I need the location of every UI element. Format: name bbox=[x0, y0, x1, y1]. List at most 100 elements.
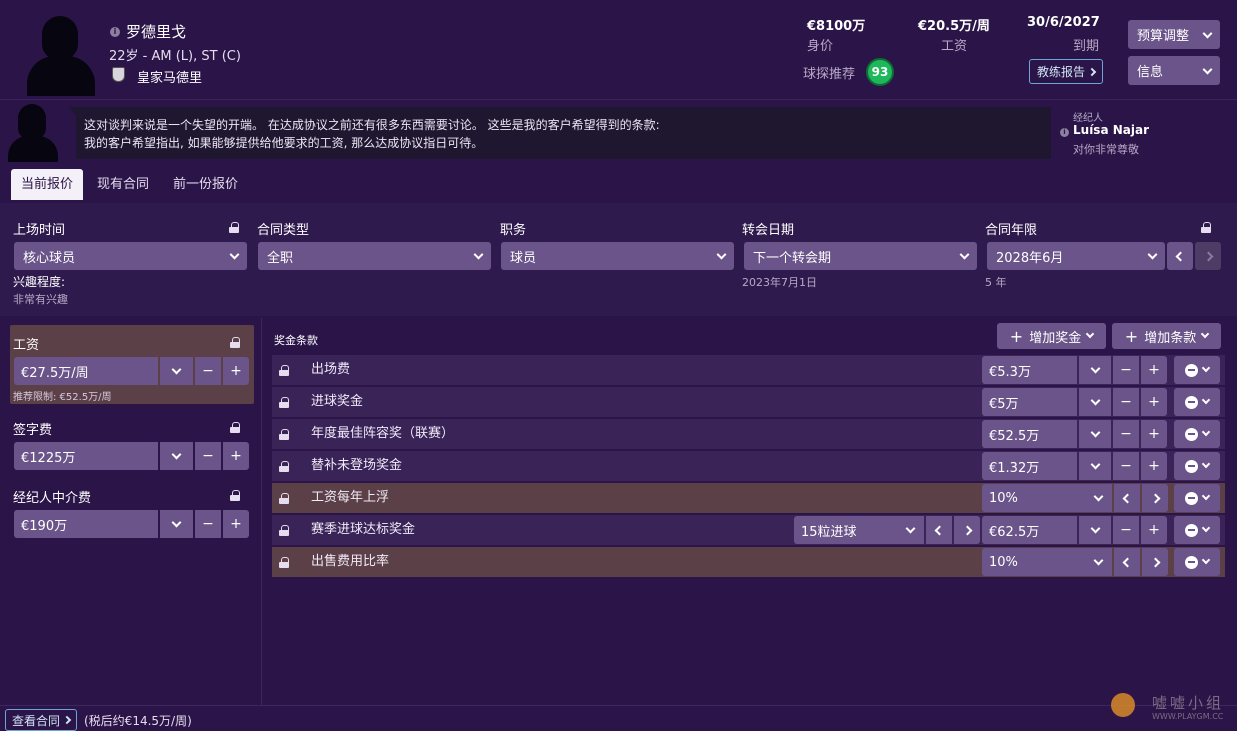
lock-icon[interactable] bbox=[230, 490, 240, 501]
lock-icon[interactable] bbox=[279, 493, 289, 504]
add-clause-button[interactable]: + 增加条款 bbox=[1112, 323, 1221, 349]
playing-time-dropdown[interactable]: 核心球员 bbox=[14, 242, 247, 270]
signing-fee-increase-button[interactable]: + bbox=[223, 442, 249, 470]
wage-field[interactable]: €27.5万/周 − + bbox=[14, 357, 249, 385]
bonus-row-dropdown-button[interactable] bbox=[1079, 452, 1111, 480]
contract-length-dropdown[interactable]: 2028年6月 bbox=[987, 242, 1165, 270]
agent-fee-dropdown-button[interactable] bbox=[160, 510, 193, 538]
bonus-row-decrease-button[interactable]: − bbox=[1113, 420, 1139, 448]
bonus-row-options-button[interactable] bbox=[1174, 420, 1220, 448]
bonus-title: 奖金条款 bbox=[274, 334, 318, 347]
budget-adjust-dropdown[interactable]: 预算调整 bbox=[1128, 20, 1220, 49]
lock-icon[interactable] bbox=[229, 222, 239, 233]
bonus-row-dropdown-button[interactable] bbox=[1079, 420, 1111, 448]
bonus-condition-next-button[interactable] bbox=[954, 516, 980, 544]
bonus-row-field[interactable]: €1.32万 − + bbox=[982, 452, 1167, 480]
coach-report-button[interactable]: 教练报告 bbox=[1029, 59, 1103, 84]
transfer-date-dropdown[interactable]: 下一个转会期 bbox=[744, 242, 977, 270]
lock-icon[interactable] bbox=[279, 397, 289, 408]
bonus-row-dropdown-button[interactable] bbox=[1079, 356, 1111, 384]
bonus-row-options-button[interactable] bbox=[1174, 388, 1220, 416]
bonus-row-decrease-button[interactable]: − bbox=[1113, 452, 1139, 480]
chevron-down-icon bbox=[959, 249, 970, 260]
bonus-condition-prev-button[interactable] bbox=[926, 516, 952, 544]
plus-icon: + bbox=[1124, 326, 1139, 346]
agent-fee-increase-button[interactable]: + bbox=[223, 510, 249, 538]
agent-fee-field[interactable]: €190万 − + bbox=[14, 510, 249, 538]
bonus-row-increase-button[interactable]: + bbox=[1141, 356, 1167, 384]
role-dropdown[interactable]: 球员 bbox=[501, 242, 734, 270]
bonus-row-decrease-button[interactable]: − bbox=[1113, 516, 1139, 544]
bonus-row-prev-button[interactable] bbox=[1114, 484, 1140, 512]
bonus-row-dropdown-button[interactable] bbox=[1079, 388, 1111, 416]
bonus-row-options-button[interactable] bbox=[1174, 356, 1220, 384]
tab-existing-contract[interactable]: 现有合同 bbox=[87, 169, 159, 200]
wage-dropdown-button[interactable] bbox=[160, 357, 193, 385]
agent-fee-value[interactable]: €190万 bbox=[14, 510, 158, 538]
bonus-row-increase-button[interactable]: + bbox=[1141, 420, 1167, 448]
chevron-down-icon bbox=[1202, 64, 1213, 75]
bonus-row-field[interactable]: €5.3万 − + bbox=[982, 356, 1167, 384]
chevron-down-icon bbox=[1201, 555, 1211, 565]
lock-icon[interactable] bbox=[230, 422, 240, 433]
player-name[interactable]: 罗德里戈 bbox=[126, 21, 186, 42]
bonus-row-field[interactable]: €5万 − + bbox=[982, 388, 1167, 416]
signing-fee-field[interactable]: €1225万 − + bbox=[14, 442, 249, 470]
add-bonus-button[interactable]: + 增加奖金 bbox=[997, 323, 1106, 349]
bonus-row-value[interactable]: €52.5万 bbox=[982, 420, 1077, 448]
agent-name[interactable]: Luísa Najar bbox=[1073, 123, 1149, 137]
bonus-row-field[interactable]: €52.5万 − + bbox=[982, 420, 1167, 448]
bonus-row-prev-button[interactable] bbox=[1114, 548, 1140, 576]
bonus-condition-dropdown[interactable]: 15粒进球 bbox=[794, 516, 924, 544]
bonus-row-field[interactable]: 10% bbox=[982, 548, 1168, 576]
wage-increase-button[interactable]: + bbox=[223, 357, 249, 385]
interest-label: 兴趣程度: bbox=[13, 275, 66, 289]
bonus-row-decrease-button[interactable]: − bbox=[1113, 356, 1139, 384]
agent-fee-decrease-button[interactable]: − bbox=[195, 510, 221, 538]
lock-icon[interactable] bbox=[1201, 222, 1211, 233]
tab-current-offer[interactable]: 当前报价 bbox=[11, 169, 84, 200]
bonus-row-value[interactable]: €5万 bbox=[982, 388, 1077, 416]
bonus-row-dropdown[interactable]: 10% bbox=[982, 484, 1112, 512]
bonus-row-next-button[interactable] bbox=[1142, 548, 1168, 576]
bonus-row-increase-button[interactable]: + bbox=[1141, 388, 1167, 416]
lock-icon[interactable] bbox=[230, 337, 240, 348]
info-dropdown[interactable]: 信息 bbox=[1128, 56, 1220, 85]
signing-fee-decrease-button[interactable]: − bbox=[195, 442, 221, 470]
bonus-row-field[interactable]: €62.5万 − + bbox=[982, 516, 1167, 544]
tab-previous-offer[interactable]: 前一份报价 bbox=[163, 169, 248, 200]
contract-length-next-button[interactable] bbox=[1195, 242, 1221, 270]
bonus-row-options-button[interactable] bbox=[1174, 548, 1220, 576]
lock-icon[interactable] bbox=[279, 525, 289, 536]
view-contract-button[interactable]: 查看合同 bbox=[5, 709, 77, 731]
bonus-row-decrease-button[interactable]: − bbox=[1113, 388, 1139, 416]
budget-adjust-label: 预算调整 bbox=[1137, 29, 1190, 44]
bonus-condition-field[interactable]: 15粒进球 bbox=[794, 516, 980, 544]
bonus-row-field[interactable]: 10% bbox=[982, 484, 1168, 512]
wage-value[interactable]: €27.5万/周 bbox=[14, 357, 158, 385]
bonus-row-options-button[interactable] bbox=[1174, 484, 1220, 512]
bonus-row-options-button[interactable] bbox=[1174, 516, 1220, 544]
signing-fee-value[interactable]: €1225万 bbox=[14, 442, 158, 470]
remove-circle-icon bbox=[1185, 555, 1198, 569]
lock-icon[interactable] bbox=[279, 557, 289, 568]
lock-icon[interactable] bbox=[279, 365, 289, 376]
bonus-row-value[interactable]: €1.32万 bbox=[982, 452, 1077, 480]
chevron-down-icon bbox=[1090, 459, 1100, 469]
bonus-row-increase-button[interactable]: + bbox=[1141, 452, 1167, 480]
contract-length-prev-button[interactable] bbox=[1167, 242, 1193, 270]
wage-decrease-button[interactable]: − bbox=[195, 357, 221, 385]
lock-icon[interactable] bbox=[279, 461, 289, 472]
bonus-row-value[interactable]: €62.5万 bbox=[982, 516, 1077, 544]
scout-score-badge[interactable]: 93 bbox=[866, 58, 894, 86]
bonus-row-dropdown-button[interactable] bbox=[1079, 516, 1111, 544]
bonus-row-increase-button[interactable]: + bbox=[1141, 516, 1167, 544]
lock-icon[interactable] bbox=[279, 429, 289, 440]
club-name[interactable]: 皇家马德里 bbox=[137, 67, 202, 86]
bonus-row-value[interactable]: €5.3万 bbox=[982, 356, 1077, 384]
bonus-row-dropdown[interactable]: 10% bbox=[982, 548, 1112, 576]
bonus-row-options-button[interactable] bbox=[1174, 452, 1220, 480]
signing-fee-dropdown-button[interactable] bbox=[160, 442, 193, 470]
contract-type-dropdown[interactable]: 全职 bbox=[258, 242, 491, 270]
bonus-row-next-button[interactable] bbox=[1142, 484, 1168, 512]
